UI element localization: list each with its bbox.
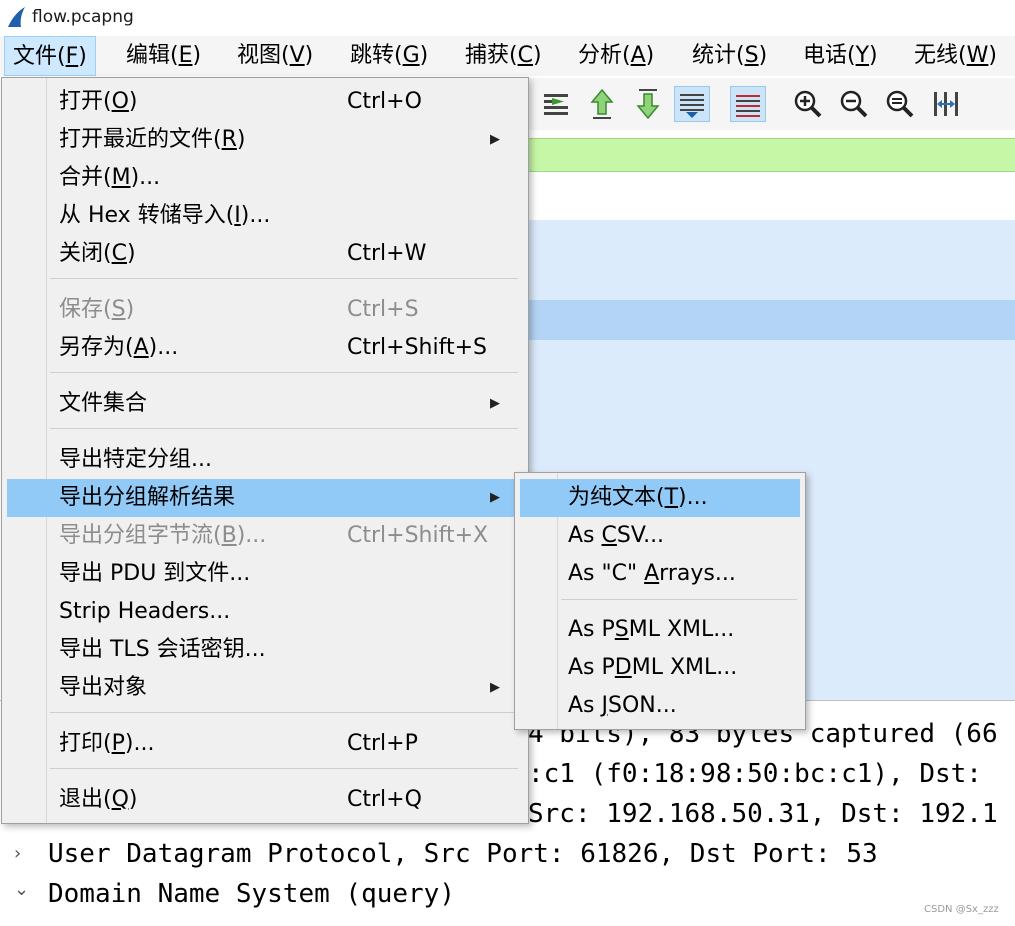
menu-wireless[interactable]: 无线(W) [906,36,1005,76]
menu-edit[interactable]: 编辑(E) [118,36,209,76]
menu-item-open[interactable]: 打开(O) Ctrl+O [7,83,522,121]
menu-view[interactable]: 视图(V) [229,36,321,76]
menu-item-export-tls-keys[interactable]: 导出 TLS 会话密钥... [7,631,522,669]
resize-columns-icon[interactable] [928,86,964,122]
menu-separator [561,599,797,600]
menu-item-save: 保存(S) Ctrl+S [59,297,419,322]
menu-item-quit[interactable]: 退出(Q) Ctrl+Q [7,781,522,819]
menu-item-file-set[interactable]: 文件集合 ▶ [7,385,522,423]
submenu-arrow-icon: ▶ [490,680,500,695]
submenu-item-psml[interactable]: As PSML XML... [520,611,800,649]
file-menu-dropdown: 打开(O) Ctrl+O 打开最近的文件(R) ▶ 合并(M)... 从 Hex… [1,77,529,824]
detail-dns-line[interactable]: Domain Name System (query) [48,879,455,909]
window-title: flow.pcapng [32,7,134,27]
menu-item-merge[interactable]: 合并(M)... [7,159,522,197]
menu-item-print[interactable]: 打印(P)... Ctrl+P [7,725,522,763]
packet-list-header [528,178,1015,220]
detail-ethernet-line[interactable]: :c1 (f0:18:98:50:bc:c1), Dst: [528,759,998,789]
main-toolbar [528,78,1015,130]
menu-item-export-bytes: 导出分组字节流(B)... Ctrl+Shift+X [59,523,489,548]
normal-size-icon[interactable] [882,86,918,122]
menu-separator [50,278,518,279]
menu-statistics[interactable]: 统计(S) [684,36,775,76]
title-bar: flow.pcapng [0,0,1015,36]
watermark-text: CSDN @Sx_zzz [924,904,999,915]
menu-telephony[interactable]: 电话(Y) [795,36,886,76]
menu-separator [50,372,518,373]
submenu-arrow-icon: ▶ [490,132,500,147]
zoom-in-icon[interactable] [790,86,826,122]
detail-udp-line[interactable]: User Datagram Protocol, Src Port: 61826,… [48,839,878,869]
auto-scroll-icon[interactable] [674,86,710,122]
menu-item-open-recent[interactable]: 打开最近的文件(R) ▶ [7,121,522,159]
submenu-item-json[interactable]: As JSON... [520,687,800,725]
submenu-arrow-icon: ▶ [490,396,500,411]
selected-packet-row[interactable] [528,300,1015,340]
previous-packet-icon[interactable] [584,86,620,122]
submenu-item-csv[interactable]: As CSV... [520,517,800,555]
menu-capture[interactable]: 捕获(C) [457,36,550,76]
go-to-packet-icon[interactable] [538,86,574,122]
menu-bar: 文件(F) 编辑(E) 视图(V) 跳转(G) 捕获(C) 分析(A) 统计(S… [0,36,1015,76]
menu-item-export-dissections[interactable]: 导出分组解析结果 ▶ [7,479,522,517]
submenu-item-plain-text[interactable]: 为纯文本(T)... [520,479,800,517]
menu-item-export-pdu[interactable]: 导出 PDU 到文件... [7,555,522,593]
menu-separator [50,712,518,713]
menu-file[interactable]: 文件(F) [4,36,96,76]
menu-item-strip-headers[interactable]: Strip Headers... [7,593,522,631]
detail-ip-line[interactable]: Src: 192.168.50.31, Dst: 192.1 [528,799,998,829]
wireshark-fin-icon [8,7,25,27]
chevron-right-icon[interactable]: › [14,843,21,864]
menu-analyze[interactable]: 分析(A) [570,36,662,76]
submenu-item-pdml[interactable]: As PDML XML... [520,649,800,687]
colorize-icon[interactable] [730,86,766,122]
zoom-out-icon[interactable] [836,86,872,122]
menu-separator [50,768,518,769]
menu-item-close[interactable]: 关闭(C) Ctrl+W [7,235,522,273]
menu-separator [50,428,518,429]
menu-item-export-objects[interactable]: 导出对象 ▶ [7,669,522,707]
menu-item-save-as[interactable]: 另存为(A)... Ctrl+Shift+S [7,329,522,367]
submenu-item-c-arrays[interactable]: As "C" Arrays... [520,555,800,593]
menu-go[interactable]: 跳转(G) [342,36,436,76]
export-dissections-submenu: 为纯文本(T)... As CSV... As "C" Arrays... As… [514,472,806,730]
chevron-down-icon[interactable]: ⌄ [14,879,29,900]
next-packet-icon[interactable] [630,86,666,122]
display-filter-input[interactable] [528,138,1015,172]
submenu-arrow-icon: ▶ [490,490,500,505]
menu-item-import-hex[interactable]: 从 Hex 转储导入(I)... [7,197,522,235]
menu-item-export-specified[interactable]: 导出特定分组... [7,441,522,479]
